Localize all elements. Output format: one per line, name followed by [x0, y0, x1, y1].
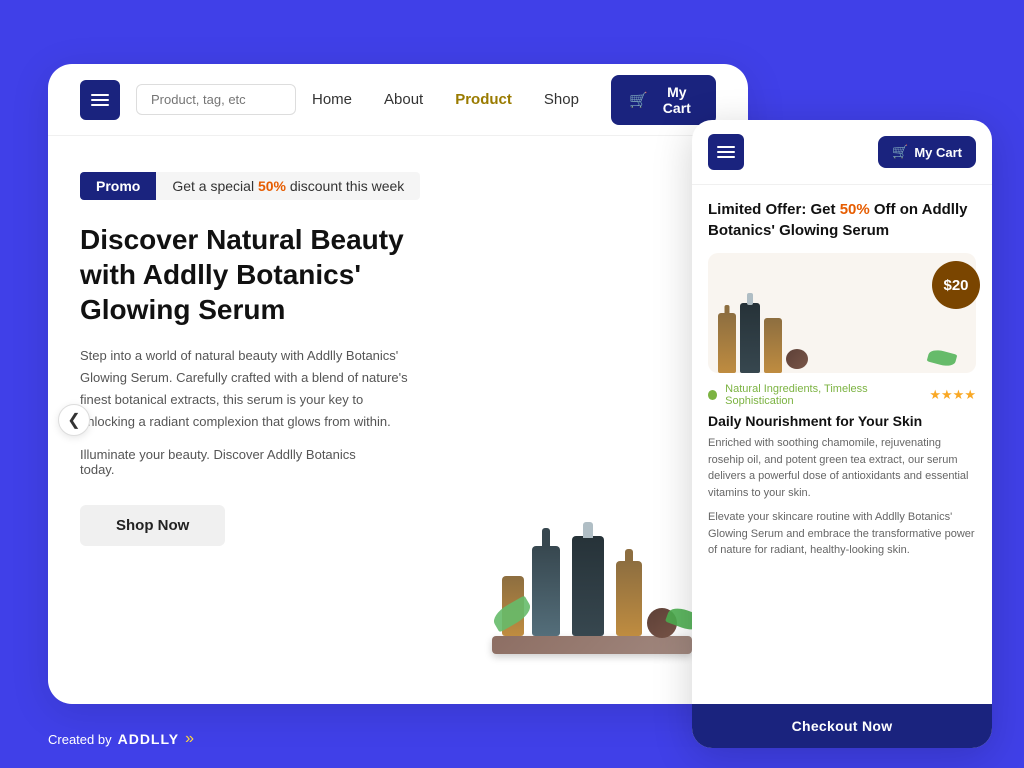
checkout-button[interactable]: Checkout Now — [692, 704, 992, 748]
product-name: Daily Nourishment for Your Skin — [708, 413, 976, 429]
promo-bar: Promo Get a special 50% discount this we… — [80, 172, 716, 200]
nav-home[interactable]: Home — [312, 91, 352, 108]
bottle-amber-right — [616, 561, 642, 636]
side-cart-icon: 🛒 — [892, 144, 908, 160]
cart-icon: 🛒 — [629, 91, 648, 109]
tray — [492, 636, 692, 654]
nav-about[interactable]: About — [384, 91, 423, 108]
side-hamburger-icon — [717, 146, 735, 158]
hero-title: Discover Natural Beauty with Addlly Bota… — [80, 222, 420, 327]
side-card-body: Limited Offer: Get 50% Off on Addlly Bot… — [692, 185, 992, 704]
brand-name: ADDLLY — [118, 731, 180, 747]
mini-bottles — [718, 303, 808, 373]
footer-credit: Created by ADDLLY » — [48, 730, 194, 748]
mini-leaf — [927, 348, 958, 369]
mini-bottle-1 — [718, 313, 736, 373]
prev-button[interactable]: ❮ — [58, 404, 90, 436]
hero-tagline: Illuminate your beauty. Discover Addlly … — [80, 447, 380, 477]
menu-button[interactable] — [80, 80, 120, 120]
nav-product[interactable]: Product — [455, 91, 512, 108]
hamburger-icon — [91, 94, 109, 106]
side-cart-label: My Cart — [914, 145, 962, 160]
chevron-left-icon: ❮ — [67, 410, 80, 430]
mini-bottle-2 — [740, 303, 760, 373]
side-card-header: 🛒 My Cart — [692, 120, 992, 185]
tags-row: Natural Ingredients, Timeless Sophistica… — [708, 383, 976, 407]
side-product-image: $20 — [708, 253, 976, 373]
main-card: Home About Product Shop 🛒 My Cart ❮ Prom… — [48, 64, 748, 704]
shop-now-button[interactable]: Shop Now — [80, 505, 225, 546]
star-rating: ★★★★ — [929, 387, 976, 403]
promo-tag: Promo — [80, 172, 156, 200]
cart-label: My Cart — [656, 84, 698, 116]
created-by-text: Created by — [48, 732, 112, 747]
page-wrapper: Home About Product Shop 🛒 My Cart ❮ Prom… — [0, 0, 1024, 768]
bottle-tall-center — [572, 536, 604, 636]
mini-bottle-round — [786, 349, 808, 369]
tag-dot — [708, 390, 717, 400]
side-cart-button[interactable]: 🛒 My Cart — [878, 136, 976, 168]
product-desc-2: Elevate your skincare routine with Addll… — [708, 509, 976, 559]
cart-button[interactable]: 🛒 My Cart — [611, 75, 716, 125]
brand-arrow-icon: » — [185, 730, 194, 748]
main-nav: Home About Product Shop 🛒 My Cart — [312, 75, 716, 125]
mini-bottle-3 — [764, 318, 782, 373]
search-input[interactable] — [136, 84, 296, 115]
hero-section: ❮ Promo Get a special 50% discount this … — [48, 136, 748, 704]
promo-text: Get a special 50% discount this week — [156, 172, 420, 200]
product-desc-1: Enriched with soothing chamomile, rejuve… — [708, 435, 976, 501]
price-badge: $20 — [932, 261, 980, 309]
side-card: 🛒 My Cart Limited Offer: Get 50% Off on … — [692, 120, 992, 748]
tag-text: Natural Ingredients, Timeless Sophistica… — [725, 383, 921, 407]
hero-description: Step into a world of natural beauty with… — [80, 345, 420, 433]
side-menu-button[interactable] — [708, 134, 744, 170]
header: Home About Product Shop 🛒 My Cart — [48, 64, 748, 136]
nav-shop[interactable]: Shop — [544, 91, 579, 108]
offer-title: Limited Offer: Get 50% Off on Addlly Bot… — [708, 199, 976, 241]
bottle-tall-left — [532, 546, 560, 636]
